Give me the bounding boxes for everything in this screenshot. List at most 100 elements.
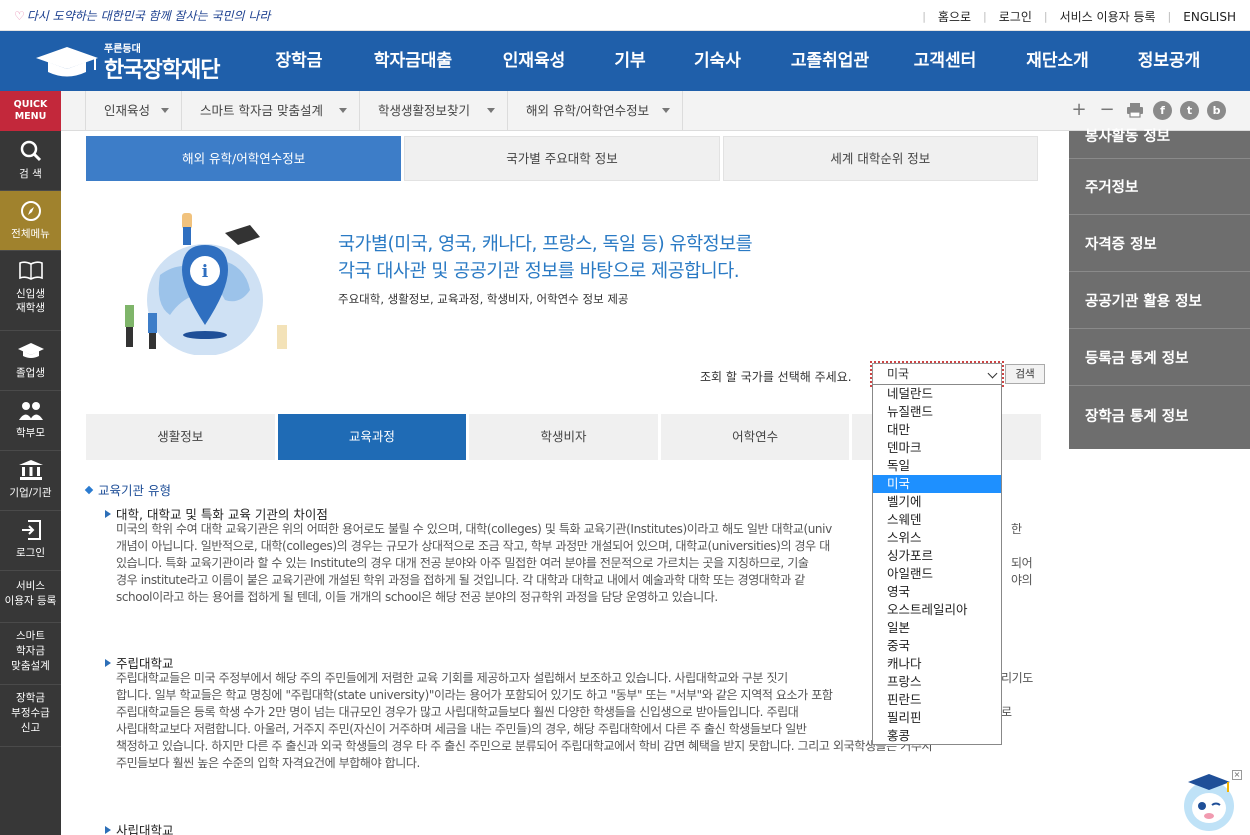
country-option[interactable]: 대만 bbox=[873, 421, 1001, 439]
country-option[interactable]: 중국 bbox=[873, 637, 1001, 655]
nav-highschool-jobs[interactable]: 고졸취업관 bbox=[765, 31, 895, 91]
nav-donation[interactable]: 기부 bbox=[590, 31, 670, 91]
subheading-private-university: 사립대학교 bbox=[105, 820, 174, 835]
nav-foundation-intro[interactable]: 재단소개 bbox=[995, 31, 1120, 91]
nav-talent[interactable]: 인재육성 bbox=[478, 31, 590, 91]
country-option[interactable]: 영국 bbox=[873, 583, 1001, 601]
quick-all-menu[interactable]: 전체메뉴 bbox=[0, 191, 61, 251]
subnav-smart-design[interactable]: 스마트 학자금 맞춤설계 bbox=[181, 91, 359, 131]
section-title: 교육기관 유형 bbox=[84, 480, 171, 499]
nav-dormitory[interactable]: 기숙사 bbox=[670, 31, 765, 91]
country-option[interactable]: 일본 bbox=[873, 619, 1001, 637]
parents-icon bbox=[18, 402, 43, 420]
country-option[interactable]: 뉴질랜드 bbox=[873, 403, 1001, 421]
country-option[interactable]: 캐나다 bbox=[873, 655, 1001, 673]
home-link[interactable]: 홈으로 bbox=[938, 8, 971, 25]
search-icon bbox=[20, 140, 41, 162]
side-public-agency-info[interactable]: 공공기관 활용 정보 bbox=[1069, 273, 1250, 329]
country-option[interactable]: 필리핀 bbox=[873, 709, 1001, 727]
logo-title: 한국장학재단 bbox=[104, 58, 220, 83]
country-option[interactable]: 프랑스 bbox=[873, 673, 1001, 691]
content-tabs: 해외 유학/어학연수정보 국가별 주요대학 정보 세계 대학순위 정보 bbox=[86, 136, 1038, 181]
quick-graduate[interactable]: 졸업생 bbox=[0, 331, 61, 391]
home-icon[interactable] bbox=[61, 91, 85, 131]
compass-icon bbox=[20, 201, 41, 221]
building-icon bbox=[18, 460, 43, 480]
subnav-life-info[interactable]: 학생생활정보찾기 bbox=[359, 91, 507, 131]
country-option[interactable]: 벨기에 bbox=[873, 493, 1001, 511]
country-search-button[interactable]: 검색 bbox=[1005, 364, 1045, 384]
tab-world-rankings[interactable]: 세계 대학순위 정보 bbox=[722, 136, 1038, 181]
graduation-cap-logo-icon bbox=[36, 47, 98, 77]
quick-company[interactable]: 기업/기관 bbox=[0, 451, 61, 511]
country-select[interactable]: 미국 bbox=[870, 361, 1004, 387]
svg-text:i: i bbox=[202, 262, 209, 282]
book-icon bbox=[18, 261, 43, 280]
triangle-bullet-icon bbox=[105, 826, 111, 834]
triangle-bullet-icon bbox=[105, 510, 111, 518]
site-logo[interactable]: 푸른등대 한국장학재단 bbox=[34, 39, 234, 83]
quick-parents[interactable]: 학부모 bbox=[0, 391, 61, 451]
side-scholarship-stats[interactable]: 장학금 통계 정보 bbox=[1069, 387, 1250, 443]
close-icon[interactable]: × bbox=[1232, 770, 1242, 780]
quick-menu-title: QUICK MENU bbox=[0, 91, 61, 131]
side-submenu: 봉사활동 정보 주거정보 자격증 정보 공공기관 활용 정보 등록금 통계 정보… bbox=[1069, 129, 1250, 449]
global-nav: 장학금 학자금대출 인재육성 기부 기숙사 고졸취업관 고객센터 재단소개 정보… bbox=[250, 31, 1218, 91]
top-utility-bar: ♡ 다시 도약하는 대한민국 함께 잘사는 국민의 나라 | 홈으로 | 로그인 … bbox=[0, 0, 1250, 31]
tab-student-visa[interactable]: 학생비자 bbox=[469, 414, 658, 460]
country-select-label: 조회 할 국가를 선택해 주세요. bbox=[700, 370, 852, 384]
side-housing-info[interactable]: 주거정보 bbox=[1069, 159, 1250, 215]
side-tuition-stats[interactable]: 등록금 통계 정보 bbox=[1069, 330, 1250, 386]
chevron-down-icon bbox=[487, 108, 495, 113]
country-option[interactable]: 독일 bbox=[873, 457, 1001, 475]
nav-disclosure[interactable]: 정보공개 bbox=[1120, 31, 1218, 91]
globe-info-illustration: i bbox=[125, 213, 287, 355]
tab-language-study[interactable]: 어학연수 bbox=[660, 414, 850, 460]
heart-icon: ♡ bbox=[14, 9, 25, 23]
subnav-study-abroad[interactable]: 해외 유학/어학연수정보 bbox=[507, 91, 683, 131]
country-option[interactable]: 스위스 bbox=[873, 529, 1001, 547]
country-option[interactable]: 네덜란드 bbox=[873, 385, 1001, 403]
login-icon bbox=[21, 520, 41, 540]
tab-study-abroad-info[interactable]: 해외 유학/어학연수정보 bbox=[86, 136, 402, 181]
graduation-cap-icon bbox=[17, 343, 44, 358]
quick-search[interactable]: 검 색 bbox=[0, 131, 61, 191]
country-option[interactable]: 홍콩 bbox=[873, 727, 1001, 745]
utility-links: | 홈으로 | 로그인 | 서비스 이용자 등록 | ENGLISH bbox=[922, 8, 1236, 25]
country-option-highlighted[interactable]: 미국 bbox=[873, 475, 1001, 493]
english-link[interactable]: ENGLISH bbox=[1183, 10, 1236, 24]
main-header: 푸른등대 한국장학재단 장학금 학자금대출 인재육성 기부 기숙사 고졸취업관 … bbox=[0, 31, 1250, 91]
side-certificate-info[interactable]: 자격증 정보 bbox=[1069, 216, 1250, 272]
country-dropdown-list: 네덜란드 뉴질랜드 대만 덴마크 독일 미국 벨기에 스웨덴 스위스 싱가포르 … bbox=[872, 384, 1002, 745]
country-option[interactable]: 덴마크 bbox=[873, 439, 1001, 457]
tab-major-universities[interactable]: 국가별 주요대학 정보 bbox=[404, 136, 720, 181]
chevron-down-icon bbox=[161, 108, 169, 113]
country-option[interactable]: 오스트레일리아 bbox=[873, 601, 1001, 619]
diamond-bullet-icon bbox=[84, 485, 94, 495]
nav-customer-center[interactable]: 고객센터 bbox=[895, 31, 995, 91]
quick-login[interactable]: 로그인 bbox=[0, 511, 61, 571]
hero-heading: 국가별(미국, 영국, 캐나다, 프랑스, 독일 등) 유학정보를 각국 대사관… bbox=[338, 234, 753, 282]
side-volunteer-info[interactable]: 봉사활동 정보 bbox=[1069, 112, 1250, 159]
quick-freshman[interactable]: 신입생 재학생 bbox=[0, 251, 61, 331]
login-link[interactable]: 로그인 bbox=[999, 8, 1032, 25]
mascot-chatbot-icon[interactable] bbox=[1180, 772, 1238, 832]
tab-life-info[interactable]: 생활정보 bbox=[86, 414, 275, 460]
service-register-link[interactable]: 서비스 이용자 등록 bbox=[1060, 8, 1156, 25]
country-option[interactable]: 스웨덴 bbox=[873, 511, 1001, 529]
nav-student-loan[interactable]: 학자금대출 bbox=[348, 31, 478, 91]
quick-service-register[interactable]: 서비스 이용자 등록 bbox=[0, 571, 61, 623]
quick-fraud-report[interactable]: 장학금 부정수급 신고 bbox=[0, 685, 61, 747]
subnav-talent[interactable]: 인재육성 bbox=[85, 91, 181, 131]
hero-subtext: 주요대학, 생활정보, 교육과정, 학생비자, 어학연수 정보 제공 bbox=[338, 292, 629, 306]
nav-scholarship[interactable]: 장학금 bbox=[250, 31, 348, 91]
paragraph-tail: 한 되어 야의 bbox=[1011, 522, 1033, 587]
country-option[interactable]: 싱가포르 bbox=[873, 547, 1001, 565]
quick-smart-design[interactable]: 스마트 학자금 맞춤설계 bbox=[0, 623, 61, 685]
slogan: ♡ 다시 도약하는 대한민국 함께 잘사는 국민의 나라 bbox=[14, 9, 271, 23]
tab-curriculum[interactable]: 교육과정 bbox=[277, 414, 467, 460]
chevron-down-icon bbox=[662, 108, 670, 113]
triangle-bullet-icon bbox=[105, 659, 111, 667]
country-option[interactable]: 핀란드 bbox=[873, 691, 1001, 709]
country-option[interactable]: 아일랜드 bbox=[873, 565, 1001, 583]
